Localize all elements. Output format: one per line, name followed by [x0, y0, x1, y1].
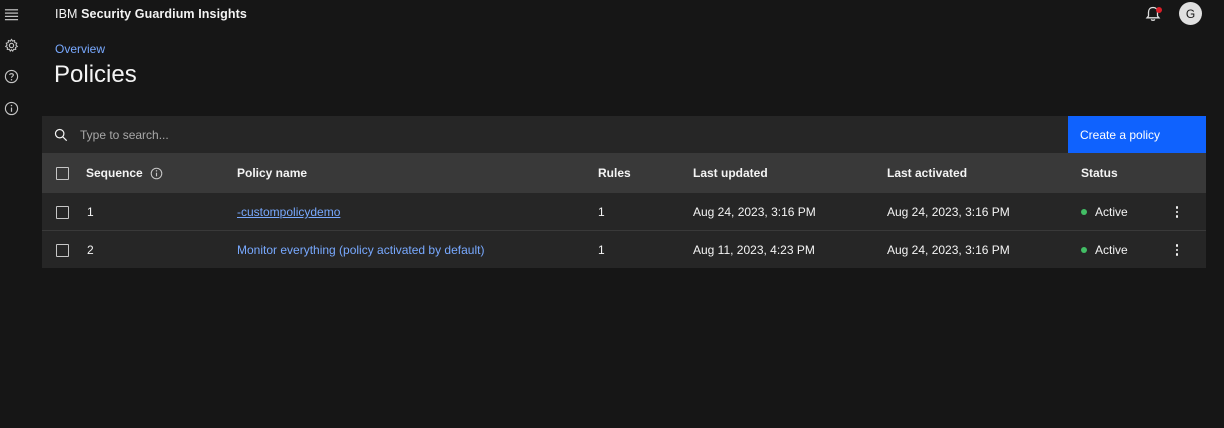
- header-policy-name[interactable]: Policy name: [237, 166, 307, 180]
- create-policy-button[interactable]: Create a policy: [1068, 116, 1206, 153]
- row-last-updated: Aug 11, 2023, 4:23 PM: [693, 243, 815, 257]
- policies-table: Create a policy Sequence Policy name Rul…: [42, 116, 1206, 268]
- row-last-activated: Aug 24, 2023, 3:16 PM: [887, 243, 1010, 257]
- avatar[interactable]: G: [1179, 2, 1202, 25]
- policy-name-link[interactable]: Monitor everything (policy activated by …: [237, 243, 484, 257]
- help-icon[interactable]: [3, 68, 19, 84]
- row-rules: 1: [598, 205, 605, 219]
- brand-ibm: IBM: [55, 7, 78, 21]
- header-last-updated[interactable]: Last updated: [693, 166, 768, 180]
- table-row[interactable]: 1 -custompolicydemo 1 Aug 24, 2023, 3:16…: [42, 192, 1206, 230]
- menu-icon[interactable]: [3, 6, 19, 22]
- table-row[interactable]: 2 Monitor everything (policy activated b…: [42, 230, 1206, 268]
- overflow-menu-icon[interactable]: [1175, 244, 1179, 256]
- overflow-menu-icon[interactable]: [1175, 206, 1179, 218]
- app-brand[interactable]: IBM Security Guardium Insights: [55, 7, 247, 21]
- brand-product: Security Guardium Insights: [81, 7, 247, 21]
- search-input[interactable]: [80, 127, 980, 142]
- row-checkbox[interactable]: [56, 243, 69, 257]
- settings-icon[interactable]: [3, 37, 19, 53]
- search-bar[interactable]: [42, 116, 1068, 153]
- header-sequence[interactable]: Sequence: [86, 166, 143, 180]
- select-all-checkbox[interactable]: [56, 166, 69, 180]
- status-dot-icon: [1081, 209, 1087, 215]
- status-dot-icon: [1081, 247, 1087, 253]
- breadcrumb[interactable]: Overview: [55, 42, 105, 56]
- header-status[interactable]: Status: [1081, 166, 1118, 180]
- header-rules[interactable]: Rules: [598, 166, 631, 180]
- row-checkbox[interactable]: [56, 205, 69, 219]
- row-status: Active: [1095, 243, 1128, 257]
- row-last-activated: Aug 24, 2023, 3:16 PM: [887, 205, 1010, 219]
- header-last-activated[interactable]: Last activated: [887, 166, 967, 180]
- search-icon: [54, 128, 68, 141]
- notification-badge: [1156, 7, 1162, 13]
- row-last-updated: Aug 24, 2023, 3:16 PM: [693, 205, 816, 219]
- table-toolbar: Create a policy: [42, 116, 1206, 154]
- policy-name-link[interactable]: -custompolicydemo: [237, 205, 340, 219]
- row-sequence: 2: [87, 243, 94, 257]
- info-icon[interactable]: [150, 167, 163, 180]
- row-status: Active: [1095, 205, 1128, 219]
- info-icon[interactable]: [3, 100, 19, 116]
- left-rail: [0, 0, 22, 428]
- page-title: Policies: [54, 61, 137, 88]
- row-sequence: 1: [87, 205, 94, 219]
- row-rules: 1: [598, 243, 605, 257]
- table-header-row: Sequence Policy name Rules Last updated …: [42, 154, 1206, 192]
